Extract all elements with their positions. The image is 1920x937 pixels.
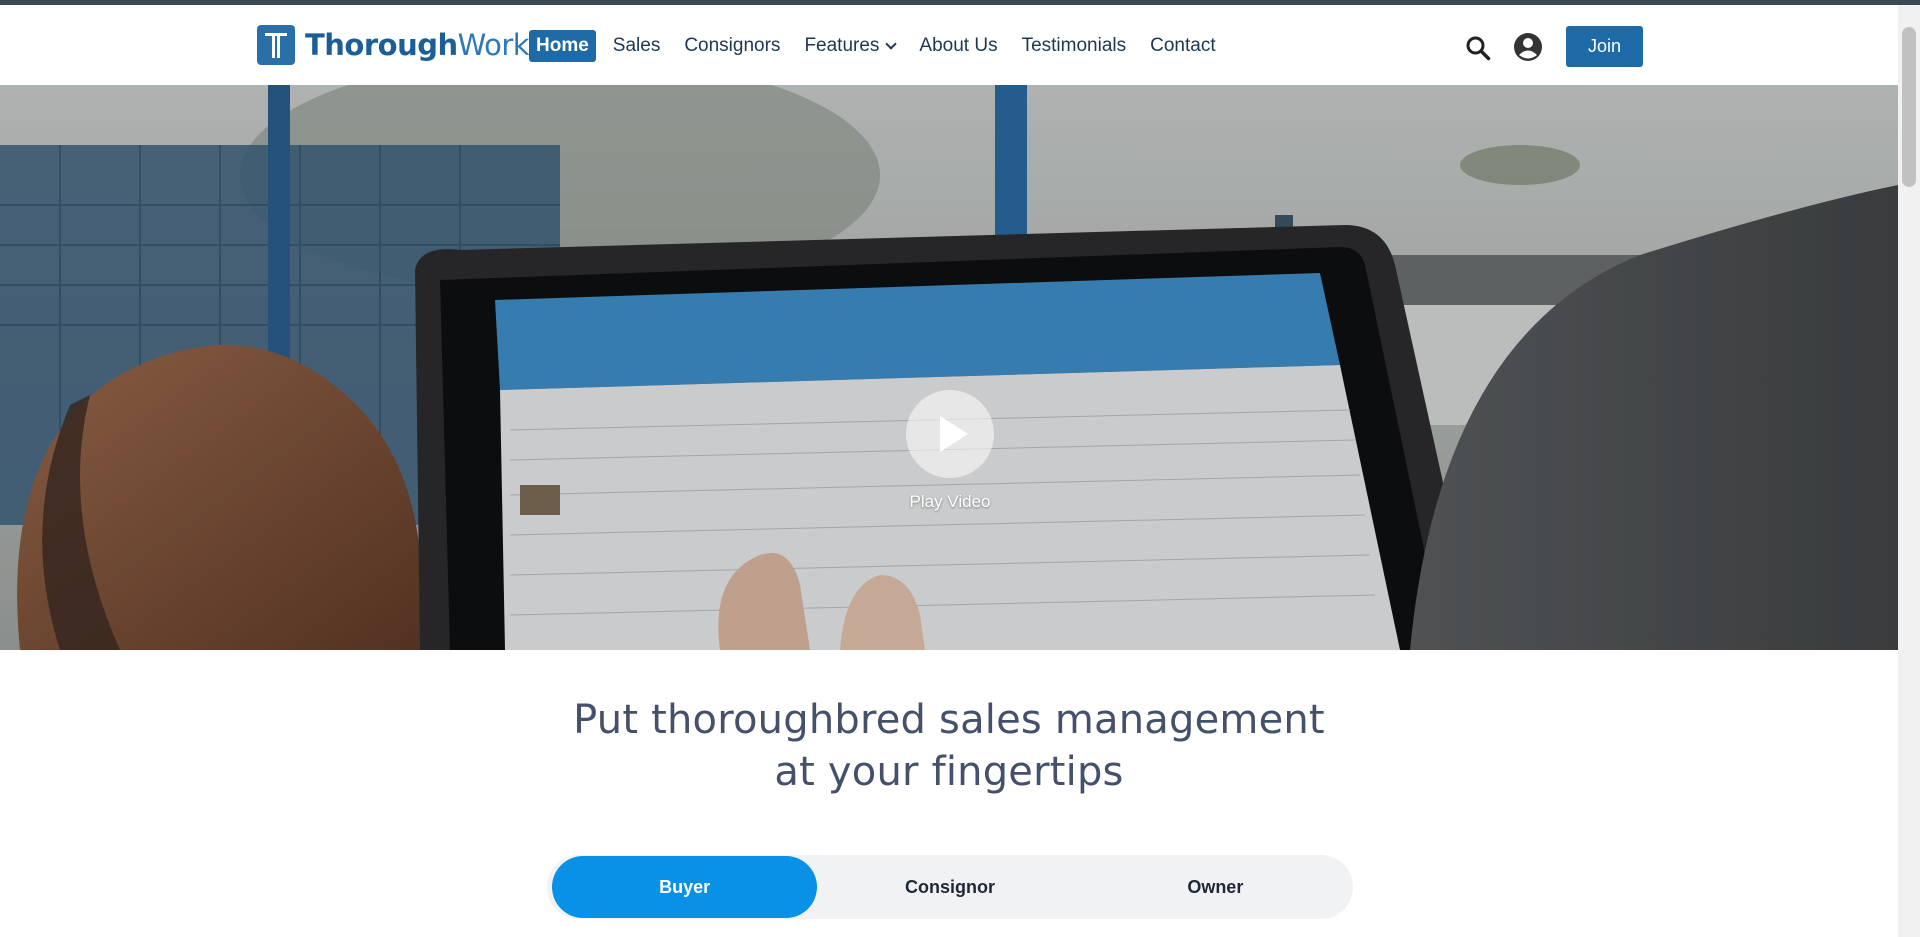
nav-features[interactable]: Features — [797, 30, 902, 62]
main-nav: Home Sales Consignors Features About Us … — [529, 30, 1233, 62]
nav-features-label: Features — [804, 35, 880, 56]
tab-consignor[interactable]: Consignor — [817, 855, 1082, 919]
user-avatar-icon[interactable] — [1513, 32, 1543, 62]
search-icon[interactable] — [1465, 35, 1491, 61]
audience-tabs: Buyer Consignor Owner — [547, 855, 1353, 919]
tab-buyer[interactable]: Buyer — [552, 856, 818, 918]
logo-mark-icon — [257, 25, 295, 65]
play-video-button[interactable] — [906, 390, 994, 478]
play-icon — [940, 416, 968, 452]
page-headline: Put thoroughbred sales management at you… — [573, 697, 1325, 795]
join-button[interactable]: Join — [1566, 26, 1643, 67]
nav-about-us[interactable]: About Us — [912, 30, 1004, 62]
tab-owner[interactable]: Owner — [1083, 855, 1348, 919]
logo-text: ThoroughWorks — [305, 28, 544, 62]
nav-testimonials[interactable]: Testimonials — [1015, 30, 1134, 62]
logo[interactable]: ThoroughWorks — [257, 25, 544, 65]
scrollbar-thumb[interactable] — [1902, 27, 1916, 187]
play-video-label: Play Video — [909, 492, 991, 511]
site-header: ThoroughWorks Home Sales Consignors Feat… — [0, 5, 1898, 85]
nav-home[interactable]: Home — [529, 30, 596, 62]
nav-sales[interactable]: Sales — [606, 30, 668, 62]
nav-consignors[interactable]: Consignors — [677, 30, 787, 62]
hero-background-image — [0, 85, 1898, 650]
hero-video[interactable]: Play Video — [0, 85, 1898, 650]
nav-contact[interactable]: Contact — [1143, 30, 1222, 62]
chevron-down-icon — [885, 37, 898, 50]
page-scrollbar[interactable] — [1898, 5, 1920, 937]
